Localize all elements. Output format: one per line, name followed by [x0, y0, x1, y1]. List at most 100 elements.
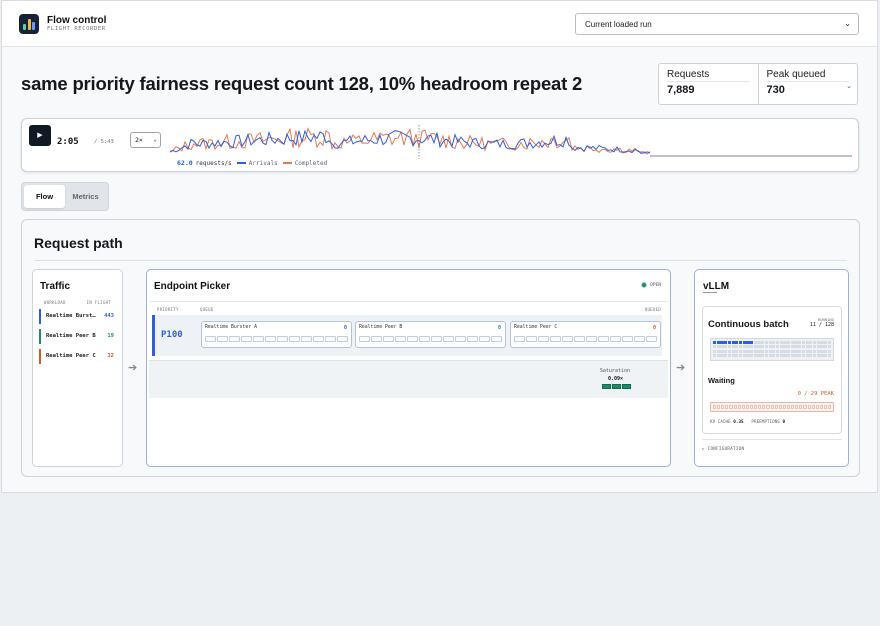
title-underline	[703, 292, 717, 293]
app-window: Flow control FLIGHT RECORDER Current loa…	[1, 0, 878, 493]
queue-box[interactable]: Realtime Peer C 0	[510, 321, 661, 348]
play-button[interactable]: ▶	[29, 125, 51, 146]
col-queue: QUEUE	[200, 307, 214, 312]
view-tabs: Flow Metrics	[21, 182, 109, 211]
workload-row[interactable]: Realtime Burst… 443	[39, 309, 117, 324]
queue-box[interactable]: Realtime Peer B 0	[355, 321, 506, 348]
waiting-slot	[782, 405, 786, 409]
stat-label: Peak queued	[766, 69, 849, 82]
stat-requests: Requests 7,889	[659, 64, 758, 104]
workload-name: Realtime Peer C	[46, 353, 96, 359]
batch-slot	[827, 341, 831, 344]
divider	[34, 260, 847, 261]
stat-peak-queued: Peak queued 730 ⌄	[757, 64, 858, 104]
waiting-slot	[778, 405, 782, 409]
configuration-toggle[interactable]: ▸ CONFIGURATION	[702, 439, 842, 451]
speed-value: 2×	[135, 136, 143, 144]
batch-slot	[827, 345, 831, 349]
legend-label: Arrivals	[248, 159, 278, 167]
tab-flow[interactable]: Flow	[24, 185, 65, 208]
waiting-slot	[815, 405, 819, 409]
kv-meta: KV CACHE 0.35 PREEMPTIONS 0	[710, 420, 785, 425]
page-title: same priority fairness request count 128…	[21, 73, 583, 94]
legend-swatch	[282, 162, 292, 164]
queue-count: 0	[343, 325, 347, 331]
waiting-slot	[754, 405, 758, 409]
queue-name: Realtime Peer C	[514, 325, 558, 330]
waiting-slot	[786, 405, 791, 409]
traffic-title: Traffic	[40, 281, 71, 292]
stat-value: 730	[766, 84, 785, 96]
flow-chart-logo-icon	[19, 14, 39, 34]
endpoint-picker-card: Endpoint Picker OPEN PRIORITY QUEUE QUEU…	[146, 269, 671, 467]
arrow-right-icon: ➔	[128, 362, 138, 374]
legend-label: Completed	[294, 159, 328, 167]
brand-title: Flow control	[47, 15, 107, 26]
saturation-value: 0.09×	[607, 376, 623, 382]
chevron-down-icon[interactable]: ⌄	[846, 82, 852, 90]
waiting-slot	[745, 405, 749, 409]
waiting-queue-bar	[710, 402, 834, 412]
waiting-slot	[807, 405, 811, 409]
queue-name: Realtime Peer B	[359, 325, 403, 330]
waiting-slot	[828, 405, 832, 409]
priority-row: P100 Realtime Burster A 0 Realtime Peer …	[152, 315, 662, 356]
queue-grid-header: PRIORITY QUEUE QUEUED	[149, 301, 668, 312]
speed-select[interactable]: 2× ⌄	[130, 132, 161, 148]
traffic-card: Traffic WORKLOAD IN FLIGHT Realtime Burs…	[32, 269, 123, 467]
arrow-right-icon: ➔	[676, 362, 686, 374]
waiting-slot	[762, 405, 766, 409]
priority-label: P100	[161, 330, 183, 340]
kv-cache-label: KV CACHE	[710, 420, 731, 425]
timeline-player: ▶ 2:05 / 5:43 2× ⌄ 62.0 requests/s Arriv…	[21, 118, 859, 172]
saturation-zone: Saturation 0.09×	[149, 360, 668, 398]
throughput-scrubber[interactable]	[170, 123, 854, 159]
waiting-slot	[823, 405, 828, 409]
queue-slots	[205, 336, 348, 342]
workload-row[interactable]: Realtime Peer B 19	[39, 329, 117, 344]
waiting-slot	[721, 405, 725, 409]
queue-box[interactable]: Realtime Burster A 0	[201, 321, 352, 348]
run-select[interactable]: Current loaded run ⌄	[575, 13, 859, 35]
batch-slot	[827, 349, 831, 353]
workload-count: 443	[104, 313, 114, 319]
batch-title: Continuous batch	[708, 319, 789, 330]
waiting-slot	[713, 405, 717, 409]
workload-name: Realtime Burst…	[46, 313, 96, 319]
stats-summary[interactable]: Requests 7,889 Peak queued 730 ⌄	[658, 63, 858, 105]
request-path-panel: Request path Traffic WORKLOAD IN FLIGHT …	[21, 219, 860, 477]
tab-metrics[interactable]: Metrics	[65, 185, 106, 208]
rate-unit: requests/s	[195, 159, 232, 167]
request-path-title: Request path	[34, 235, 123, 251]
running-value: 11 / 128	[809, 322, 834, 328]
waiting-slot	[811, 405, 815, 409]
total-time: / 5:43	[94, 139, 114, 145]
current-time: 2:05	[57, 137, 79, 147]
saturation-meter	[602, 384, 631, 389]
stat-label: Requests	[667, 69, 750, 82]
vllm-card: vLLM Continuous batch RUNNING 11 / 128 W…	[694, 269, 849, 467]
top-bar: Flow control FLIGHT RECORDER Current loa…	[2, 1, 877, 47]
waiting-slot	[770, 405, 774, 409]
queue-slots	[514, 336, 657, 342]
run-select-value: Current loaded run	[585, 20, 652, 29]
col-priority: PRIORITY	[157, 307, 179, 312]
play-icon: ▶	[37, 132, 43, 139]
endpoint-picker-title: Endpoint Picker	[154, 281, 231, 292]
completed-series-line	[170, 127, 651, 155]
waiting-slot	[758, 405, 762, 409]
legend-swatch	[236, 162, 246, 164]
waiting-value: 0 / 29 PEAK	[797, 391, 834, 397]
continuous-batch-panel: Continuous batch RUNNING 11 / 128 Waitin…	[702, 306, 842, 434]
waiting-slot	[799, 405, 803, 409]
status-text: OPEN	[650, 282, 661, 288]
chevron-down-icon: ⌄	[844, 19, 851, 28]
workload-count: 32	[107, 353, 114, 359]
waiting-slot	[729, 405, 733, 409]
waiting-slot	[791, 405, 795, 409]
legend-arrivals: Arrivals	[236, 159, 278, 167]
status-badge: OPEN	[641, 282, 661, 288]
waiting-slot	[766, 405, 770, 409]
waiting-slot	[819, 405, 823, 409]
workload-row[interactable]: Realtime Peer C 32	[39, 349, 117, 364]
